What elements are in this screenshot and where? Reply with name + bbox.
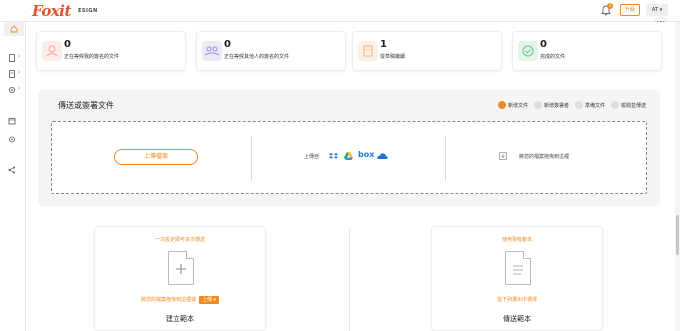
- template-card-title: 建立範本: [166, 315, 194, 323]
- app-root: Foxit ESIGN 1 升級 AT ▾ W › › ›: [0, 0, 680, 331]
- panel-title: 傳送或簽署文件: [58, 101, 114, 110]
- file-drop-zone[interactable]: 上傳檔案 上傳自 box 將您的檔案拖曳到這裡: [51, 121, 647, 194]
- location-icon: [9, 136, 15, 143]
- draft-icon: [358, 41, 378, 61]
- settings-icon: [9, 87, 15, 93]
- share-icon: [8, 166, 15, 174]
- new-document-icon: [168, 251, 194, 285]
- send-sign-panel: 傳送或簽署文件 新增文件 新增簽署者 準備文件 檢閱並傳送 上傳檔案 上傳自 b…: [38, 90, 660, 206]
- card-waiting-for-me[interactable]: 0 正在等候我的簽名的文件: [36, 31, 186, 71]
- upload-dropdown-button[interactable]: 上傳 ▾: [198, 296, 220, 304]
- template-tagline: 使用現有範本: [501, 237, 532, 243]
- group-icon: [202, 41, 222, 61]
- add-signer-icon: [533, 101, 542, 109]
- upload-from-label: 上傳自: [304, 154, 320, 160]
- workflow-steps: 新增文件 新增簽署者 準備文件 檢閱並傳送: [497, 100, 646, 110]
- sidebar: › › ›: [0, 22, 26, 331]
- card-count: 0: [224, 39, 231, 50]
- card-label: 完成的文件: [540, 54, 566, 60]
- card-label: 從草稿繼續: [380, 54, 406, 60]
- upload-file-button[interactable]: 上傳檔案: [114, 149, 198, 165]
- add-document-icon: [497, 101, 506, 109]
- step-add-signer[interactable]: 新增簽署者: [533, 101, 569, 109]
- create-template-card[interactable]: 一次設定即可多次傳送 將您的檔案拖曳到這裡或 上傳 ▾ 建立範本: [94, 226, 266, 331]
- sidebar-item-settings[interactable]: ›: [4, 84, 22, 96]
- notification-badge: 1: [607, 3, 613, 9]
- sidebar-item-share[interactable]: [4, 164, 22, 176]
- sidebar-item-templates[interactable]: ›: [4, 68, 22, 80]
- step-label: 準備文件: [584, 102, 605, 109]
- card-count: 0: [540, 39, 547, 50]
- step-review-send[interactable]: 檢閱並傳送: [610, 101, 646, 109]
- check-circle-icon: [518, 41, 538, 61]
- card-drafts[interactable]: 1 從草稿繼續: [352, 31, 502, 71]
- sidebar-item-calendar[interactable]: [4, 115, 22, 127]
- template-hint: 將您的檔案拖曳到這裡或 上傳 ▾: [95, 296, 265, 304]
- prepare-icon: [574, 101, 583, 109]
- divider: [349, 229, 350, 331]
- user-menu-button[interactable]: AT ▾: [646, 4, 668, 16]
- step-add-document[interactable]: 新增文件: [497, 101, 528, 109]
- template-card-title: 傳送範本: [503, 315, 531, 323]
- card-completed[interactable]: 0 完成的文件: [512, 31, 662, 71]
- home-icon: [10, 25, 18, 33]
- divider: [445, 136, 446, 181]
- step-label: 新增文件: [507, 102, 528, 109]
- template-hint-text: 從下列選出中選擇: [496, 297, 537, 303]
- chevron-right-icon: ›: [18, 53, 21, 60]
- card-count: 1: [380, 39, 387, 50]
- box-icon[interactable]: box: [358, 150, 374, 159]
- template-document-icon: [505, 251, 531, 285]
- esign-logo-text: ESIGN: [78, 8, 98, 14]
- sidebar-item-home[interactable]: [4, 22, 24, 36]
- card-label: 正在等候我的簽名的文件: [64, 54, 120, 60]
- step-prepare[interactable]: 準備文件: [574, 101, 605, 109]
- top-bar: Foxit ESIGN 1 升級 AT ▾: [0, 0, 680, 22]
- scrollbar-thumb[interactable]: [676, 215, 679, 255]
- download-icon: [499, 152, 507, 160]
- step-label: 新增簽署者: [543, 102, 569, 109]
- upgrade-button[interactable]: 升級: [620, 4, 640, 16]
- document-icon: [9, 54, 15, 62]
- foxit-logo[interactable]: Foxit: [32, 2, 71, 20]
- scrollbar-track[interactable]: [675, 22, 680, 331]
- template-tagline: 一次設定即可多次傳送: [154, 237, 205, 243]
- card-count: 0: [64, 39, 71, 50]
- dropbox-icon[interactable]: [329, 152, 338, 160]
- chevron-right-icon: ›: [18, 69, 21, 76]
- user-icon: [42, 41, 62, 61]
- onedrive-icon[interactable]: [377, 152, 388, 160]
- template-icon: [9, 70, 15, 78]
- card-waiting-for-others[interactable]: 0 正在等候其他人的簽名的文件: [196, 31, 346, 71]
- divider: [251, 136, 252, 181]
- sidebar-item-location[interactable]: [4, 134, 22, 146]
- step-label: 檢閱並傳送: [620, 102, 646, 109]
- drag-here-text: 將您的檔案拖曳到這裡: [519, 154, 570, 160]
- google-drive-icon[interactable]: [344, 152, 353, 160]
- status-cards: 0 正在等候我的簽名的文件 0 正在等候其他人的簽名的文件 1 從草稿繼續 0 …: [36, 31, 664, 71]
- template-hint-text: 將您的檔案拖曳到這裡或: [140, 297, 196, 303]
- send-template-card[interactable]: 使用現有範本 從下列選出中選擇 傳送範本: [431, 226, 603, 331]
- card-label: 正在等候其他人的簽名的文件: [224, 54, 290, 60]
- chevron-right-icon: ›: [18, 85, 21, 92]
- calendar-icon: [8, 118, 16, 125]
- review-send-icon: [610, 101, 619, 109]
- sidebar-item-documents[interactable]: ›: [4, 52, 22, 64]
